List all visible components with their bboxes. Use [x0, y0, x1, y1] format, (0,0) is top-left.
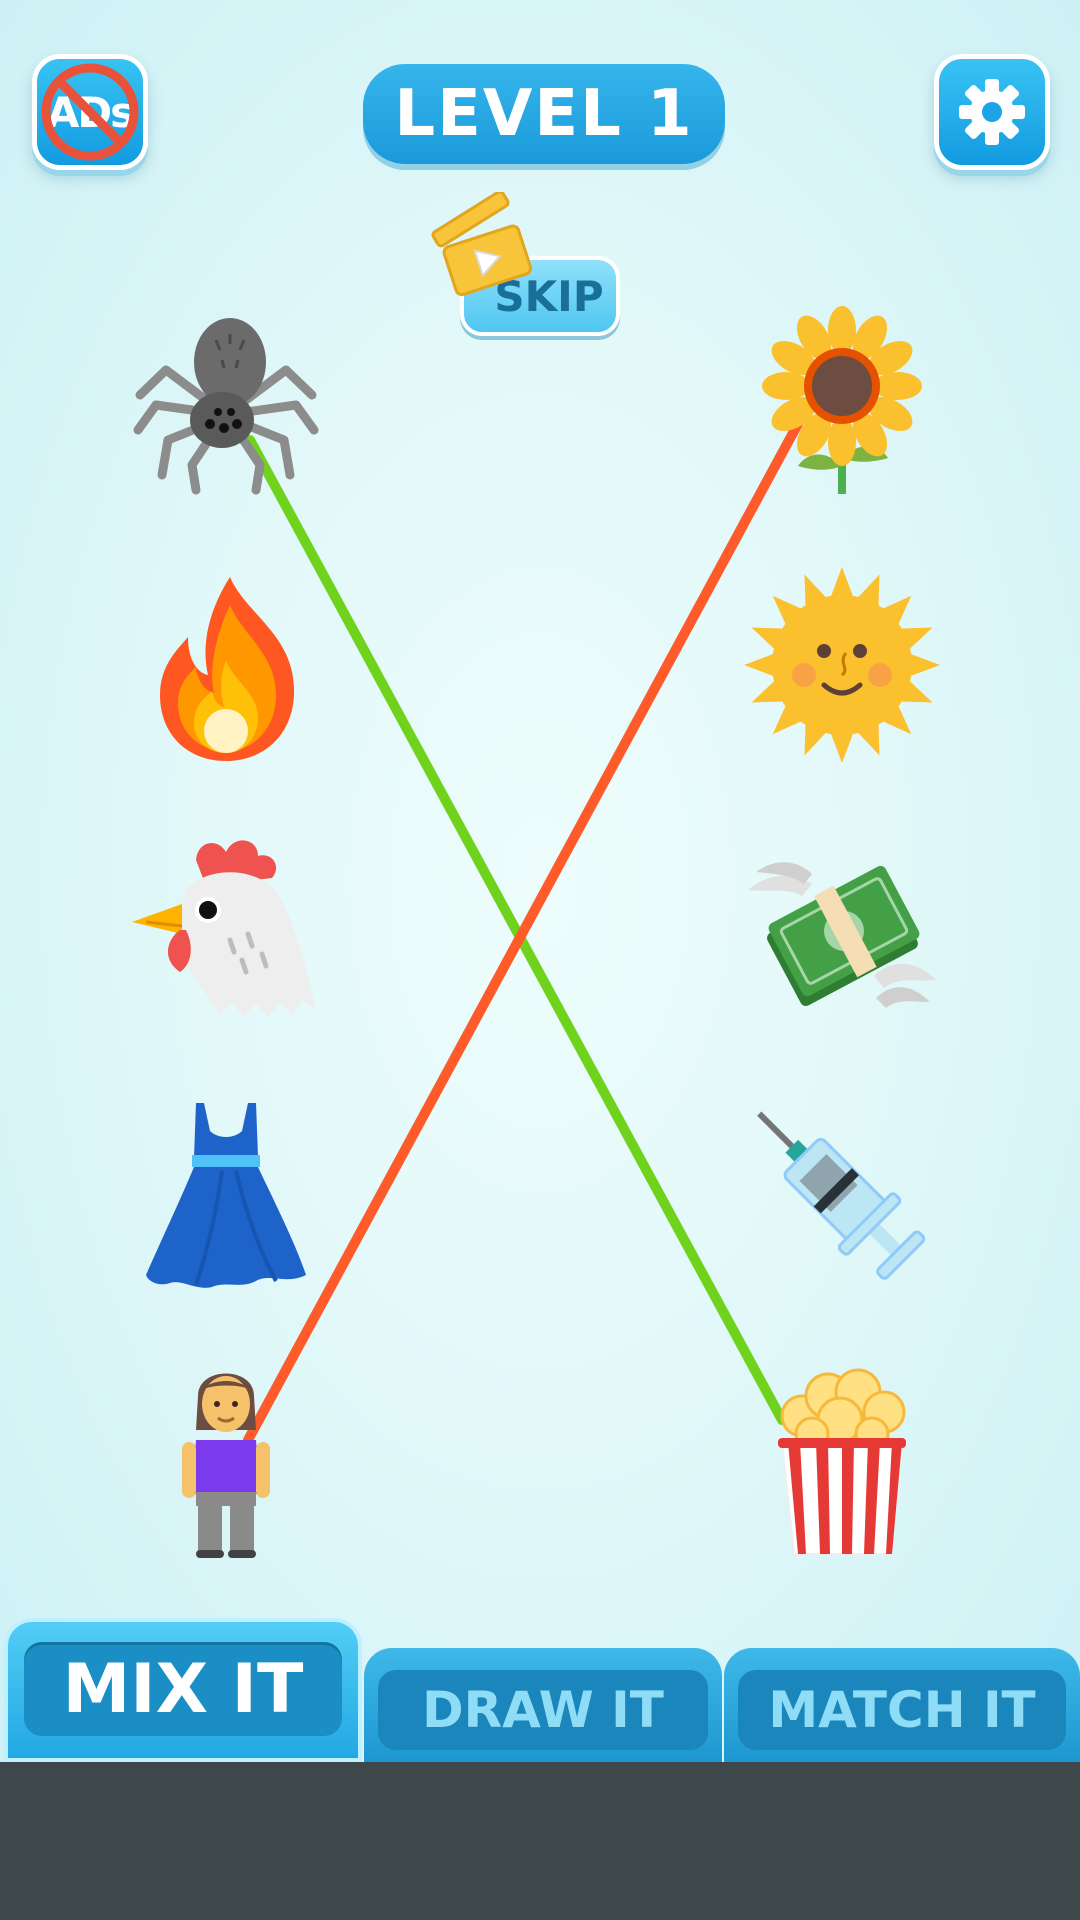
tab-draw-it[interactable]: DRAW IT — [364, 1648, 722, 1762]
tab-draw-it-plate: DRAW IT — [378, 1670, 708, 1750]
no-ads-strike-icon — [41, 63, 139, 161]
sun-with-face-icon — [744, 567, 940, 763]
money-with-wings-emoji[interactable]: $ — [742, 830, 942, 1030]
tab-match-it[interactable]: MATCH IT — [724, 1648, 1080, 1762]
gear-icon — [959, 79, 1025, 145]
syringe-icon — [757, 1111, 926, 1280]
tab-draw-it-label: DRAW IT — [422, 1681, 664, 1739]
chicken-emoji[interactable] — [126, 830, 326, 1030]
fire-icon — [160, 577, 295, 761]
money-with-wings-icon: $ — [748, 862, 936, 1008]
tab-mix-it-plate: MIX IT — [24, 1642, 342, 1736]
clapperboard-play-icon — [431, 192, 533, 297]
tab-mix-it-label: MIX IT — [62, 1649, 304, 1729]
dress-icon — [146, 1103, 306, 1288]
spider-emoji[interactable] — [126, 300, 326, 500]
level-title: LEVEL 1 — [394, 77, 694, 151]
settings-button[interactable] — [934, 54, 1050, 170]
sunflower-icon — [762, 306, 922, 494]
fire-emoji[interactable] — [126, 565, 326, 765]
popcorn-emoji[interactable] — [742, 1360, 942, 1560]
dress-emoji[interactable] — [126, 1095, 326, 1295]
level-banner: LEVEL 1 — [363, 64, 725, 164]
no-ads-button[interactable]: ADs — [32, 54, 148, 170]
connection-line-woman-sunflower — [243, 415, 805, 1445]
woman-icon — [182, 1373, 270, 1558]
chicken-icon — [132, 840, 316, 1018]
woman-emoji[interactable] — [126, 1360, 326, 1560]
tab-mix-it[interactable]: MIX IT — [4, 1618, 362, 1762]
sunflower-emoji[interactable] — [742, 300, 942, 500]
syringe-emoji[interactable] — [742, 1095, 942, 1295]
sun-with-face-emoji[interactable] — [742, 565, 942, 765]
tab-match-it-label: MATCH IT — [768, 1681, 1036, 1739]
bottom-bar — [0, 1762, 1080, 1920]
spider-icon — [133, 318, 319, 495]
connection-line-spider-popcorn — [245, 435, 787, 1425]
skip-button[interactable]: SKIP — [428, 192, 628, 344]
game-board: ADs LEVEL 1 SKIP — [0, 0, 1080, 1762]
popcorn-icon — [778, 1368, 906, 1555]
tab-match-it-plate: MATCH IT — [738, 1670, 1066, 1750]
